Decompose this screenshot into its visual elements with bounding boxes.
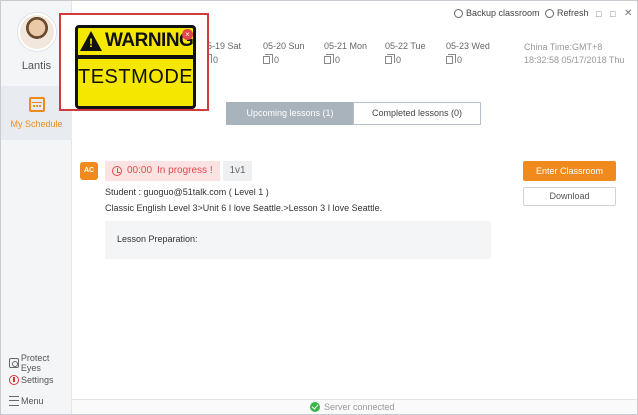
test-mode-label: TESTMODE (78, 66, 194, 88)
backup-classroom-button[interactable]: Backup classroom (454, 8, 540, 18)
gear-icon (9, 375, 19, 385)
lesson-time: 00:00 (127, 165, 153, 176)
refresh-label: Refresh (557, 8, 589, 18)
menu-label: Menu (21, 396, 44, 406)
day-item[interactable]: 05-21 Mon 0 (324, 41, 367, 65)
protect-eyes-label: Protect Eyes (20, 353, 50, 373)
server-status: Server connected (324, 402, 395, 412)
timezone-label: China Time:GMT+8 (524, 42, 603, 52)
app-window: Lantis My Schedule Protect Eyes Settings… (0, 0, 638, 415)
day-label: 05-22 Tue (385, 41, 426, 51)
warning-close-icon[interactable]: × (182, 29, 193, 40)
lesson-count-icon (324, 54, 334, 64)
day-item[interactable]: 05-22 Tue 0 (385, 41, 426, 65)
eye-icon (9, 358, 19, 368)
lesson-count-icon (385, 54, 395, 64)
warning-sign: ! WARNING TESTMODE (75, 25, 196, 109)
day-count: 0 (213, 55, 219, 65)
day-count: 0 (396, 55, 402, 65)
status-badge: 00:00 In progress ! (105, 161, 220, 181)
menu-button[interactable]: Menu (9, 396, 44, 406)
day-label: 05-23 Wed (446, 41, 490, 51)
lesson-type-icon: AC (80, 162, 98, 180)
enter-classroom-button[interactable]: Enter Classroom (523, 161, 616, 181)
lesson-count-icon (263, 54, 273, 64)
backup-classroom-label: Backup classroom (466, 8, 540, 18)
status-bar: Server connected (72, 399, 637, 414)
lesson-preparation-panel: Lesson Preparation: (105, 221, 491, 259)
tab-upcoming-lessons[interactable]: Upcoming lessons (1) (226, 102, 354, 125)
lesson-status: In progress ! (157, 165, 213, 176)
check-icon (310, 402, 320, 412)
close-button[interactable]: ✕ (624, 8, 632, 19)
refresh-icon (545, 8, 554, 18)
day-label: 05-20 Sun (263, 41, 305, 51)
settings-label: Settings (21, 375, 54, 385)
day-label: 05-21 Mon (324, 41, 368, 51)
day-count: 0 (274, 55, 280, 65)
lesson-preparation-label: Lesson Preparation: (117, 234, 198, 244)
clock-icon (112, 166, 122, 176)
test-mode-warning: ! WARNING TESTMODE × (59, 13, 209, 111)
lesson-count-icon (446, 54, 456, 64)
tab-completed-lessons[interactable]: Completed lessons (0) (353, 102, 481, 125)
day-count: 0 (335, 55, 341, 65)
settings-button[interactable]: Settings (9, 375, 54, 385)
china-time: China Time:GMT+8 18:32:58 05/17/2018 Thu (524, 41, 624, 67)
protect-eyes-button[interactable]: Protect Eyes (9, 353, 71, 373)
warning-divider (78, 55, 193, 59)
menu-icon (9, 396, 19, 406)
day-item[interactable]: 05-20 Sun 0 (263, 41, 305, 65)
tab-count: (0) (451, 108, 463, 118)
backup-icon (454, 8, 463, 18)
student-info: Student : guoguo@51talk.com ( Level 1 ) (105, 187, 269, 197)
maximize-button[interactable]: □ (610, 9, 615, 19)
course-info: Classic English Level 3>Unit 6 I love Se… (105, 203, 383, 213)
minimize-button[interactable]: □ (596, 9, 601, 19)
warning-title: WARNING (105, 30, 194, 51)
lesson-type-badge: 1v1 (223, 161, 252, 181)
refresh-button[interactable]: Refresh (545, 8, 589, 18)
warning-mark: ! (89, 36, 93, 50)
tab-label: Completed lessons (371, 108, 449, 118)
day-count: 0 (457, 55, 463, 65)
day-item[interactable]: 05-23 Wed 0 (446, 41, 490, 65)
calendar-icon (29, 97, 45, 112)
current-datetime: 18:32:58 05/17/2018 Thu (524, 55, 625, 65)
avatar[interactable] (18, 13, 56, 51)
download-button[interactable]: Download (523, 187, 616, 206)
sidebar-item-label: My Schedule (10, 119, 63, 129)
